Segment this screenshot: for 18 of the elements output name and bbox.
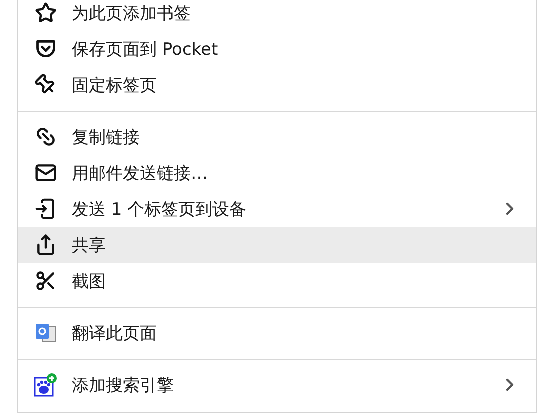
send-to-device-icon	[35, 198, 57, 220]
menu-item[interactable]: 复制链接	[18, 119, 536, 155]
share-icon	[35, 234, 57, 256]
menu-item[interactable]: 为此页添加书签	[18, 0, 536, 31]
menu-item[interactable]: 添加搜索引擎	[18, 367, 536, 403]
menu-item[interactable]: 翻译此页面	[18, 315, 536, 351]
menu-item[interactable]: 截图	[18, 263, 536, 299]
mail-icon	[35, 162, 57, 184]
menu-item[interactable]: 固定标签页	[18, 67, 536, 103]
pocket-icon	[35, 38, 57, 60]
menu-item[interactable]: 共享	[18, 227, 536, 263]
star-icon	[35, 2, 57, 24]
menu-item[interactable]: 保存页面到 Pocket	[18, 31, 536, 67]
translate-icon	[34, 321, 58, 345]
scissors-icon	[35, 270, 57, 292]
menu-item[interactable]: 用邮件发送链接…	[18, 155, 536, 191]
menu-item[interactable]: 发送 1 个标签页到设备	[18, 191, 536, 227]
paw-add-icon	[34, 373, 58, 397]
